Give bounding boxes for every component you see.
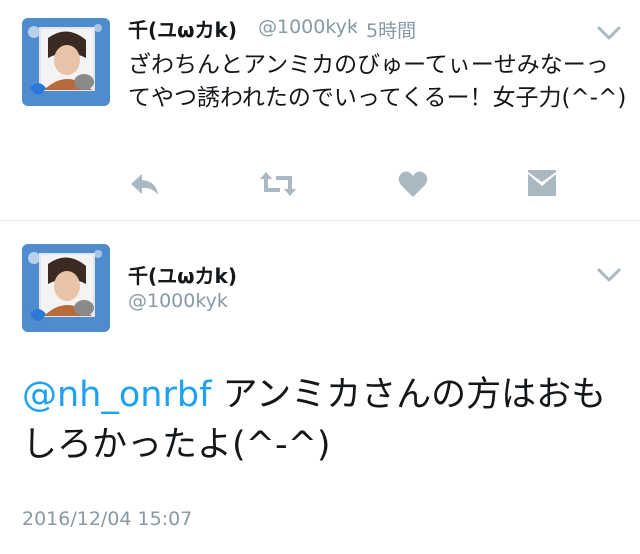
handle[interactable]: @1000kyk bbox=[258, 16, 358, 38]
separator-dot: · bbox=[352, 16, 359, 38]
chevron-down-icon[interactable] bbox=[596, 24, 622, 42]
tweet-time[interactable]: 5時間 bbox=[366, 16, 416, 43]
handle[interactable]: @1000kyk bbox=[128, 290, 228, 312]
chevron-down-icon[interactable] bbox=[596, 266, 622, 284]
tweet-actions bbox=[0, 168, 640, 204]
avatar[interactable] bbox=[22, 244, 110, 332]
timestamp[interactable]: 2016/12/04 15:07 bbox=[22, 508, 192, 530]
retweet-icon[interactable] bbox=[258, 168, 298, 200]
display-name[interactable]: 千(ユωカk) bbox=[128, 260, 237, 289]
tweet-text: @nh_onrbf アンミカさんの方はおもしろかったよ(^-^) bbox=[22, 370, 622, 470]
avatar[interactable] bbox=[22, 18, 110, 106]
envelope-icon[interactable] bbox=[526, 168, 558, 200]
mention-link[interactable]: @nh_onrbf bbox=[22, 375, 211, 415]
tweet-text: ざわちんとアンミカのびゅーてぃーせみなーってやつ誘われたのでいってくるー！女子力… bbox=[128, 52, 627, 111]
display-name[interactable]: 千(ユωカk) bbox=[128, 14, 237, 43]
divider bbox=[0, 220, 640, 221]
heart-icon[interactable] bbox=[397, 168, 429, 200]
reply-icon[interactable] bbox=[128, 168, 160, 200]
